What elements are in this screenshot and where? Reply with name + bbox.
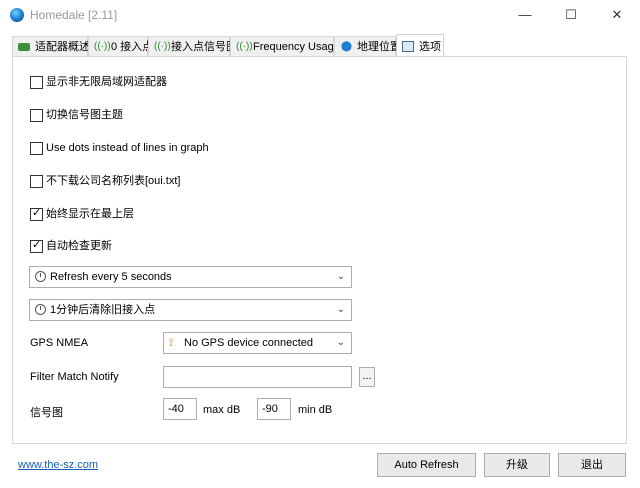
refresh-interval-select[interactable]: Refresh every 5 seconds ⌄	[29, 266, 352, 288]
clock-icon	[35, 304, 46, 315]
checkbox-box[interactable]	[30, 239, 43, 253]
adapter-icon	[18, 43, 30, 51]
checkbox-box[interactable]	[30, 109, 43, 122]
tab-ap-signal-graph[interactable]: ((·)) 接入点信号图	[148, 36, 237, 56]
gps-device-select[interactable]: ⟟ No GPS device connected ⌄	[163, 332, 352, 354]
tab-geolocation[interactable]: ⬤ 地理位置	[334, 36, 401, 56]
close-button[interactable]: ✕	[594, 0, 640, 30]
chevron-down-icon: ⌄	[336, 337, 345, 348]
location-pin-icon: ⬤	[340, 41, 353, 52]
tab-access-points[interactable]: ((·)) 0 接入点	[88, 36, 153, 56]
filter-match-input[interactable]	[163, 366, 352, 388]
checkbox-box[interactable]	[30, 76, 43, 89]
gps-label: GPS NMEA	[30, 337, 89, 349]
signal-icon: ((·))	[236, 41, 253, 52]
min-db-label: min dB	[298, 404, 333, 416]
max-db-input[interactable]: -40	[163, 398, 197, 420]
checkbox-box[interactable]	[30, 142, 43, 155]
filter-match-label: Filter Match Notify	[30, 371, 119, 383]
min-db-input[interactable]: -90	[257, 398, 291, 420]
checkbox-box[interactable]	[30, 175, 43, 188]
signal-icon: ((·))	[154, 41, 171, 52]
max-db-label: max dB	[203, 404, 241, 416]
options-icon	[402, 41, 414, 52]
tab-options[interactable]: 选项	[396, 34, 444, 56]
chevron-down-icon: ⌄	[336, 271, 345, 282]
chevron-down-icon: ⌄	[336, 304, 345, 315]
satellite-icon: ⟟	[169, 337, 174, 349]
tab-adapter-overview[interactable]: 适配器概述	[12, 36, 90, 56]
options-panel: 显示非无限局域网适配器 切换信号图主题 Use dots instead of …	[12, 56, 627, 444]
tab-frequency-usage[interactable]: ((·)) Frequency Usage	[230, 36, 340, 56]
title-bar: Homedale [2.11] — ☐ ✕	[0, 0, 640, 30]
auto-refresh-button[interactable]: Auto Refresh	[377, 453, 476, 477]
globe-icon	[10, 8, 24, 22]
signal-icon: ((·))	[94, 41, 111, 52]
clock-icon	[35, 271, 46, 282]
upgrade-button[interactable]: 升级	[484, 453, 550, 477]
minimize-button[interactable]: —	[502, 0, 548, 30]
clear-old-ap-select[interactable]: 1分钟后清除旧接入点 ⌄	[29, 299, 352, 321]
window-title: Homedale [2.11]	[30, 8, 118, 22]
website-link[interactable]: www.the-sz.com	[18, 459, 98, 471]
maximize-button[interactable]: ☐	[548, 0, 594, 30]
signal-graph-label: 信号图	[30, 407, 63, 419]
checkbox-box[interactable]	[30, 207, 43, 221]
exit-button[interactable]: 退出	[558, 453, 626, 477]
browse-button[interactable]: ...	[359, 367, 375, 387]
